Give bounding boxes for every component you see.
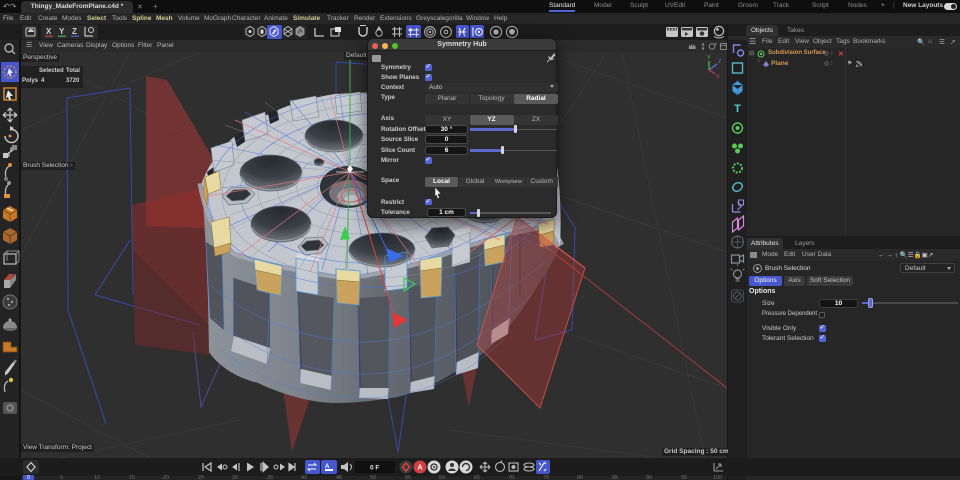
svg-text:0 F: 0 F [370,465,379,472]
svg-text:Y: Y [59,27,65,36]
svg-text:Z: Z [72,27,77,36]
svg-text:X: X [46,27,52,36]
svg-text:Z: Z [718,59,722,65]
svg-text:Y: Y [707,55,711,61]
svg-text:T: T [734,103,741,115]
svg-text:X: X [716,74,720,79]
svg-text:A: A [418,465,423,472]
